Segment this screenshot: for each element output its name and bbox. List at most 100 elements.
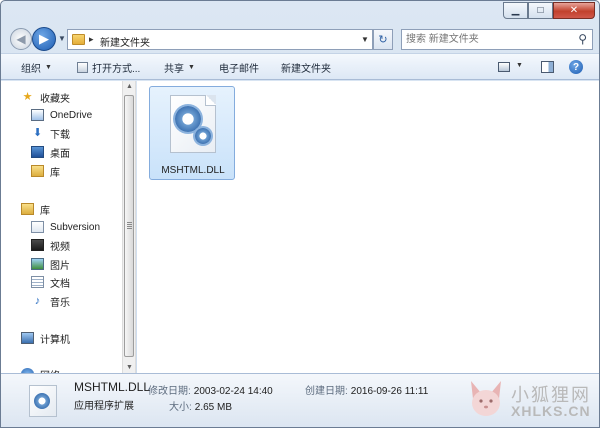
sidebar-item-label: 桌面 (50, 148, 70, 160)
organize-label: 组织 (21, 64, 41, 75)
sidebar-item-library[interactable]: 库 (31, 162, 122, 180)
dll-file-icon (170, 95, 216, 153)
title-bar: ▁ □ ✕ (1, 1, 599, 25)
refresh-icon: ↻ (378, 34, 388, 46)
preview-pane-icon[interactable] (541, 61, 554, 73)
sidebar-scrollbar[interactable]: ▲ ▼ (122, 81, 136, 373)
scrollbar-grip-icon (127, 222, 132, 229)
view-options-dropdown[interactable]: ▼ (516, 62, 523, 69)
share-button[interactable]: 共享 ▼ (164, 60, 195, 75)
minimize-button[interactable]: ▁ (503, 2, 528, 19)
sidebar-item-pictures[interactable]: 图片 (31, 255, 122, 273)
chevron-down-icon: ▼ (45, 64, 52, 71)
sidebar-header-favorites[interactable]: ★ 收藏夹 (21, 88, 122, 106)
document-icon (31, 276, 44, 288)
sidebar-item-label: OneDrive (50, 109, 93, 121)
explorer-window: ▁ □ ✕ ◀ ▶ ▼ ▸ 新建文件夹 ▼ ↻ ⚲ 组织 ▼ 打开方式... (0, 0, 600, 428)
gear-icon (34, 393, 50, 409)
recent-pages-dropdown[interactable]: ▼ (58, 34, 66, 43)
details-modified: 修改日期: 2003-02-24 14:40 (148, 382, 273, 397)
maximize-button[interactable]: □ (528, 2, 553, 19)
details-size: 大小: 2.65 MB (169, 398, 232, 413)
sidebar-header-libraries[interactable]: 库 (21, 200, 122, 218)
open-with-button[interactable]: 打开方式... (77, 60, 140, 75)
chevron-down-icon: ▼ (188, 64, 195, 71)
details-pane: MSHTML.DLL 应用程序扩展 修改日期: 2003-02-24 14:40 … (1, 373, 599, 427)
sidebar-item-label: 图片 (50, 260, 70, 272)
file-item[interactable]: MSHTML.DLL (149, 86, 235, 180)
window-controls: ▁ □ ✕ (503, 2, 595, 19)
search-box: ⚲ (401, 29, 593, 50)
close-button[interactable]: ✕ (553, 2, 595, 19)
gear-icon (175, 106, 201, 132)
svn-icon (31, 221, 44, 233)
download-icon: ⬇ (32, 127, 43, 139)
library-icon (31, 165, 44, 177)
desktop-icon (31, 146, 44, 158)
help-icon[interactable]: ? (569, 60, 583, 74)
details-size-label: 大小: (169, 402, 192, 413)
library-icon (21, 203, 34, 215)
sidebar-item-label: 音乐 (50, 297, 70, 309)
refresh-button[interactable]: ↻ (373, 29, 393, 50)
navigation-pane: ★ 收藏夹 OneDrive ⬇ 下载 桌面 库 库 Subversion 视频… (1, 81, 122, 373)
command-bar: 组织 ▼ 打开方式... 共享 ▼ 电子邮件 新建文件夹 ▼ ? (1, 53, 599, 80)
sidebar-item-documents[interactable]: 文档 (31, 273, 122, 291)
open-with-icon (77, 62, 88, 73)
sidebar-item-onedrive[interactable]: OneDrive (31, 106, 122, 124)
dll-file-icon (29, 385, 57, 417)
share-label: 共享 (164, 64, 184, 75)
gear-icon (195, 128, 211, 144)
forward-button[interactable]: ▶ (32, 27, 56, 51)
details-modified-label: 修改日期: (148, 386, 191, 397)
search-icon[interactable]: ⚲ (578, 32, 587, 46)
change-view-icon[interactable] (498, 62, 510, 72)
sidebar-item-label: 计算机 (40, 334, 70, 346)
folder-icon (72, 34, 85, 45)
details-created: 创建日期: 2016-09-26 11:11 (305, 382, 428, 397)
sidebar-header-label: 收藏夹 (40, 93, 70, 105)
sidebar-item-downloads[interactable]: ⬇ 下载 (31, 124, 122, 142)
scrollbar-thumb[interactable] (124, 95, 134, 357)
email-label: 电子邮件 (219, 64, 259, 75)
onedrive-icon (31, 109, 44, 121)
address-bar[interactable]: ▸ 新建文件夹 ▼ (67, 29, 373, 50)
sidebar-item-videos[interactable]: 视频 (31, 236, 122, 254)
sidebar-item-subversion[interactable]: Subversion (31, 218, 122, 236)
email-button[interactable]: 电子邮件 (219, 60, 259, 75)
details-created-value: 2016-09-26 11:11 (350, 386, 429, 397)
sidebar-item-label: 库 (50, 167, 60, 179)
sidebar-header-label: 库 (40, 205, 50, 217)
sidebar-item-network[interactable]: 网络 (21, 365, 122, 373)
sidebar-item-label: Subversion (50, 221, 101, 233)
breadcrumb-current-folder[interactable]: 新建文件夹 (100, 34, 150, 49)
organize-button[interactable]: 组织 ▼ (21, 60, 52, 75)
details-modified-value: 2003-02-24 14:40 (193, 386, 273, 397)
scroll-down-icon[interactable]: ▼ (126, 364, 133, 371)
sidebar-item-label: 文档 (50, 278, 70, 290)
back-button[interactable]: ◀ (10, 28, 32, 50)
file-name: MSHTML.DLL (161, 165, 225, 176)
new-folder-button[interactable]: 新建文件夹 (281, 60, 331, 75)
open-with-label: 打开方式... (92, 64, 141, 75)
sidebar-item-computer[interactable]: 计算机 (21, 329, 122, 347)
video-icon (31, 239, 44, 251)
details-file-name: MSHTML.DLL (74, 380, 151, 394)
sidebar-item-desktop[interactable]: 桌面 (31, 143, 122, 161)
computer-icon (21, 332, 34, 344)
picture-icon (31, 258, 44, 270)
search-input[interactable] (406, 32, 566, 47)
details-file-type: 应用程序扩展 (74, 401, 134, 412)
breadcrumb-separator[interactable]: ▸ (89, 34, 94, 45)
details-size-value: 2.65 MB (194, 402, 233, 413)
forward-arrow-icon: ▶ (39, 31, 49, 46)
address-row: ◀ ▶ ▼ ▸ 新建文件夹 ▼ ↻ ⚲ (1, 25, 599, 53)
address-history-dropdown[interactable]: ▼ (358, 30, 372, 49)
scroll-up-icon[interactable]: ▲ (126, 83, 133, 90)
back-arrow-icon: ◀ (16, 32, 26, 46)
details-created-label: 创建日期: (305, 386, 348, 397)
file-list-pane: MSHTML.DLL (137, 81, 599, 373)
sidebar-item-music[interactable]: ♪ 音乐 (31, 292, 122, 310)
sidebar-item-label: 视频 (50, 241, 70, 253)
new-folder-label: 新建文件夹 (281, 64, 331, 75)
